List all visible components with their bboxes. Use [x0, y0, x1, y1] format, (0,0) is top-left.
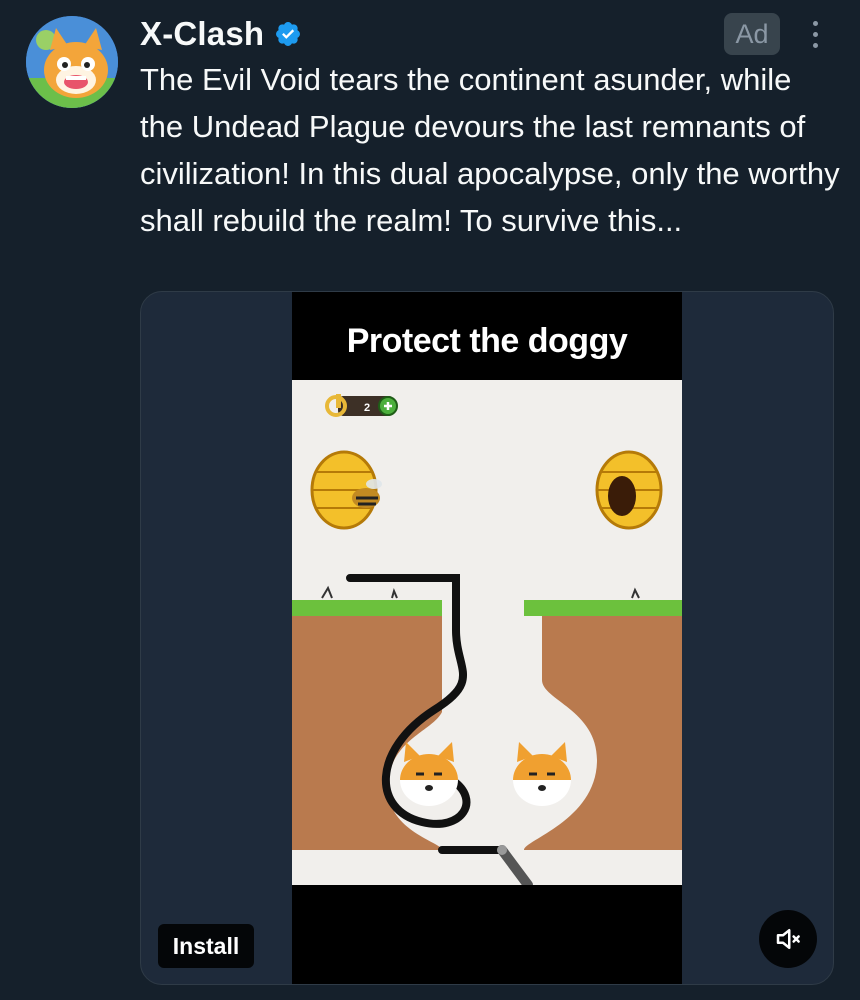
verified-badge-icon: [276, 22, 301, 46]
install-button[interactable]: Install: [158, 924, 254, 968]
game-scene: 2: [292, 380, 682, 885]
post-text: The Evil Void tears the continent asunde…: [140, 62, 840, 238]
video-player[interactable]: Protect the doggy 2: [292, 292, 682, 984]
video-title: Protect the doggy: [346, 322, 628, 360]
more-options-icon[interactable]: [800, 14, 830, 54]
author-avatar[interactable]: [26, 16, 118, 108]
ad-badge: Ad: [724, 13, 780, 55]
post-header: X-Clash: [140, 12, 302, 56]
media-card[interactable]: Protect the doggy 2 Install: [140, 291, 834, 985]
speaker-muted-icon: [776, 929, 800, 949]
key-count: 2: [364, 402, 370, 414]
mute-toggle-button[interactable]: [759, 910, 817, 968]
beehive-right: [595, 450, 663, 530]
author-name[interactable]: X-Clash: [140, 15, 264, 53]
